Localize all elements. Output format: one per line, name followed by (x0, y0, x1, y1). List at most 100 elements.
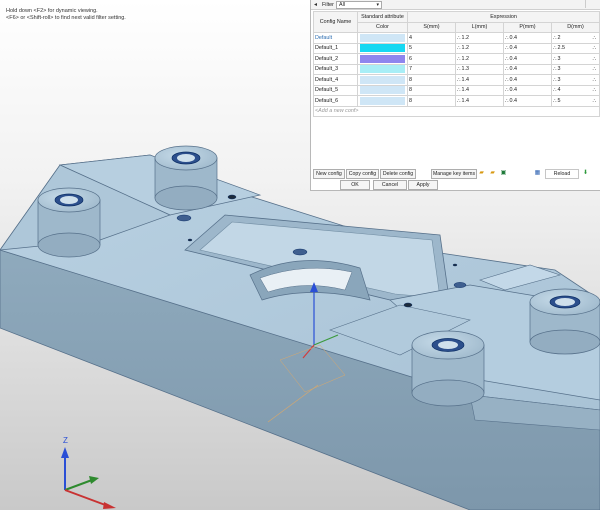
collapse-triangle-icon[interactable]: ◂ (314, 1, 317, 8)
value-cell-l[interactable]: ⛬1.4 (455, 74, 504, 86)
value-cell-p[interactable]: ⛬0.4 (503, 95, 552, 107)
key-item-icon[interactable]: ⛬ (593, 98, 597, 104)
value-cell-l[interactable]: ⛬1.4 (455, 84, 504, 96)
apply-button[interactable]: Apply (408, 180, 438, 190)
config-row[interactable]: Default 4 ⛬1.2 ⛬0.4 ⛬2 ⛬ (313, 32, 600, 44)
boss-cylinder-left[interactable] (37, 187, 101, 258)
value-cell-d[interactable]: ⛬2 ⛬ (550, 32, 600, 44)
value-cell-d[interactable]: ⛬4 ⛬ (550, 84, 600, 96)
color-cell[interactable] (357, 84, 408, 96)
value-cell-d[interactable]: ⛬3 ⛬ (550, 63, 600, 75)
key-item-icon[interactable]: ⛬ (457, 56, 461, 62)
new-config-button[interactable]: New config (313, 169, 345, 179)
table-settings-icon[interactable]: ▦ (533, 169, 542, 178)
value-cell-d[interactable]: ⛬3 ⛬ (550, 53, 600, 65)
key-item-icon[interactable]: ⛬ (457, 87, 461, 93)
key-item-icon[interactable]: ⛬ (593, 87, 597, 93)
value-cell-l[interactable]: ⛬1.3 (455, 63, 504, 75)
folder-save-icon[interactable]: ▰ (488, 169, 497, 178)
ok-button[interactable]: OK (340, 180, 370, 190)
value-cell-p[interactable]: ⛬0.4 (503, 74, 552, 86)
config-row[interactable]: Default_6 8 ⛬1.4 ⛬0.4 ⛬5 ⛬ (313, 95, 600, 107)
filter-dropdown[interactable]: All ▾ (336, 1, 382, 9)
key-item-icon[interactable]: ⛬ (505, 56, 509, 62)
key-item-icon[interactable]: ⛬ (553, 66, 557, 72)
config-name-cell[interactable]: Default_6 (313, 95, 358, 107)
color-swatch[interactable] (360, 44, 405, 53)
color-swatch[interactable] (360, 33, 405, 42)
key-item-icon[interactable]: ⛬ (593, 77, 597, 83)
key-item-icon[interactable]: ⛬ (553, 77, 557, 83)
value-cell-s[interactable]: 8 (407, 74, 456, 86)
add-config-row[interactable]: <Add a new conf> (312, 105, 600, 117)
key-item-icon[interactable]: ⛬ (457, 35, 461, 41)
config-name-cell[interactable]: Default_2 (313, 53, 358, 65)
value-cell-p[interactable]: ⛬0.4 (503, 84, 552, 96)
color-cell[interactable] (357, 95, 408, 107)
value-cell-s[interactable]: 4 (407, 32, 456, 44)
export-arrow-icon[interactable]: ⬇ (581, 169, 590, 178)
color-cell[interactable] (357, 74, 408, 86)
key-item-icon[interactable]: ⛬ (593, 35, 597, 41)
value-cell-p[interactable]: ⛬0.4 (503, 42, 552, 54)
value-cell-l[interactable]: ⛬1.4 (455, 95, 504, 107)
key-item-icon[interactable]: ⛬ (553, 56, 557, 62)
value-cell-d[interactable]: ⛬3 ⛬ (550, 74, 600, 86)
key-item-icon[interactable]: ⛬ (505, 35, 509, 41)
key-item-icon[interactable]: ⛬ (505, 66, 509, 72)
value-cell-s[interactable]: 8 (407, 84, 456, 96)
color-swatch[interactable] (360, 75, 405, 84)
key-item-icon[interactable]: ⛬ (457, 66, 461, 72)
key-item-icon[interactable]: ⛬ (553, 35, 557, 41)
value-cell-l[interactable]: ⛬1.2 (455, 42, 504, 54)
delete-config-button[interactable]: Delete config (380, 169, 416, 179)
color-swatch[interactable] (360, 65, 405, 74)
key-item-icon[interactable]: ⛬ (553, 98, 557, 104)
config-name-cell[interactable]: Default_3 (313, 63, 358, 75)
key-item-icon[interactable]: ⛬ (593, 45, 597, 51)
key-item-icon[interactable]: ⛬ (553, 87, 557, 93)
folder-open-icon[interactable]: ▰ (477, 169, 486, 178)
value-cell-p[interactable]: ⛬0.4 (503, 53, 552, 65)
value-cell-l[interactable]: ⛬1.2 (455, 53, 504, 65)
value-cell-s[interactable]: 8 (407, 95, 456, 107)
color-swatch[interactable] (360, 86, 405, 95)
color-cell[interactable] (357, 42, 408, 54)
config-row[interactable]: Default_1 5 ⛬1.2 ⛬0.4 ⛬2.5 ⛬ (313, 42, 600, 54)
color-cell[interactable] (357, 63, 408, 75)
config-row[interactable]: Default_2 6 ⛬1.2 ⛬0.4 ⛬3 ⛬ (313, 53, 600, 65)
value-cell-s[interactable]: 5 (407, 42, 456, 54)
config-name-cell[interactable]: Default_5 (313, 84, 358, 96)
color-cell[interactable] (357, 53, 408, 65)
config-name-cell[interactable]: Default_1 (313, 42, 358, 54)
config-name-cell[interactable]: Default_4 (313, 74, 358, 86)
value-cell-d[interactable]: ⛬5 ⛬ (550, 95, 600, 107)
key-item-icon[interactable]: ⛬ (457, 45, 461, 51)
key-item-icon[interactable]: ⛬ (505, 77, 509, 83)
value-cell-s[interactable]: 7 (407, 63, 456, 75)
config-name-cell[interactable]: Default (313, 32, 358, 44)
value-cell-s[interactable]: 6 (407, 53, 456, 65)
cancel-button[interactable]: Cancel (373, 180, 407, 190)
key-item-icon[interactable]: ⛬ (505, 98, 509, 104)
color-cell[interactable] (357, 32, 408, 44)
key-item-icon[interactable]: ⛬ (457, 98, 461, 104)
copy-config-button[interactable]: Copy config (346, 169, 379, 179)
config-row[interactable]: Default_5 8 ⛬1.4 ⛬0.4 ⛬4 ⛬ (313, 84, 600, 96)
key-item-icon[interactable]: ⛬ (553, 45, 557, 51)
color-swatch[interactable] (360, 54, 405, 63)
value-cell-p[interactable]: ⛬0.4 (503, 63, 552, 75)
color-swatch[interactable] (360, 96, 405, 105)
value-cell-p[interactable]: ⛬0.4 (503, 32, 552, 44)
config-row[interactable]: Default_3 7 ⛬1.3 ⛬0.4 ⛬3 ⛬ (313, 63, 600, 75)
value-cell-l[interactable]: ⛬1.2 (455, 32, 504, 44)
boss-cylinder-rear[interactable] (154, 145, 218, 211)
value-cell-d[interactable]: ⛬2.5 ⛬ (550, 42, 600, 54)
config-row[interactable]: Default_4 8 ⛬1.4 ⛬0.4 ⛬3 ⛬ (313, 74, 600, 86)
key-item-icon[interactable]: ⛬ (457, 77, 461, 83)
manage-key-items-button[interactable]: Manage key items (431, 169, 477, 179)
key-item-icon[interactable]: ⛬ (593, 56, 597, 62)
key-item-icon[interactable]: ⛬ (505, 87, 509, 93)
boss-cylinder-front[interactable] (411, 330, 485, 407)
key-item-icon[interactable]: ⛬ (593, 66, 597, 72)
